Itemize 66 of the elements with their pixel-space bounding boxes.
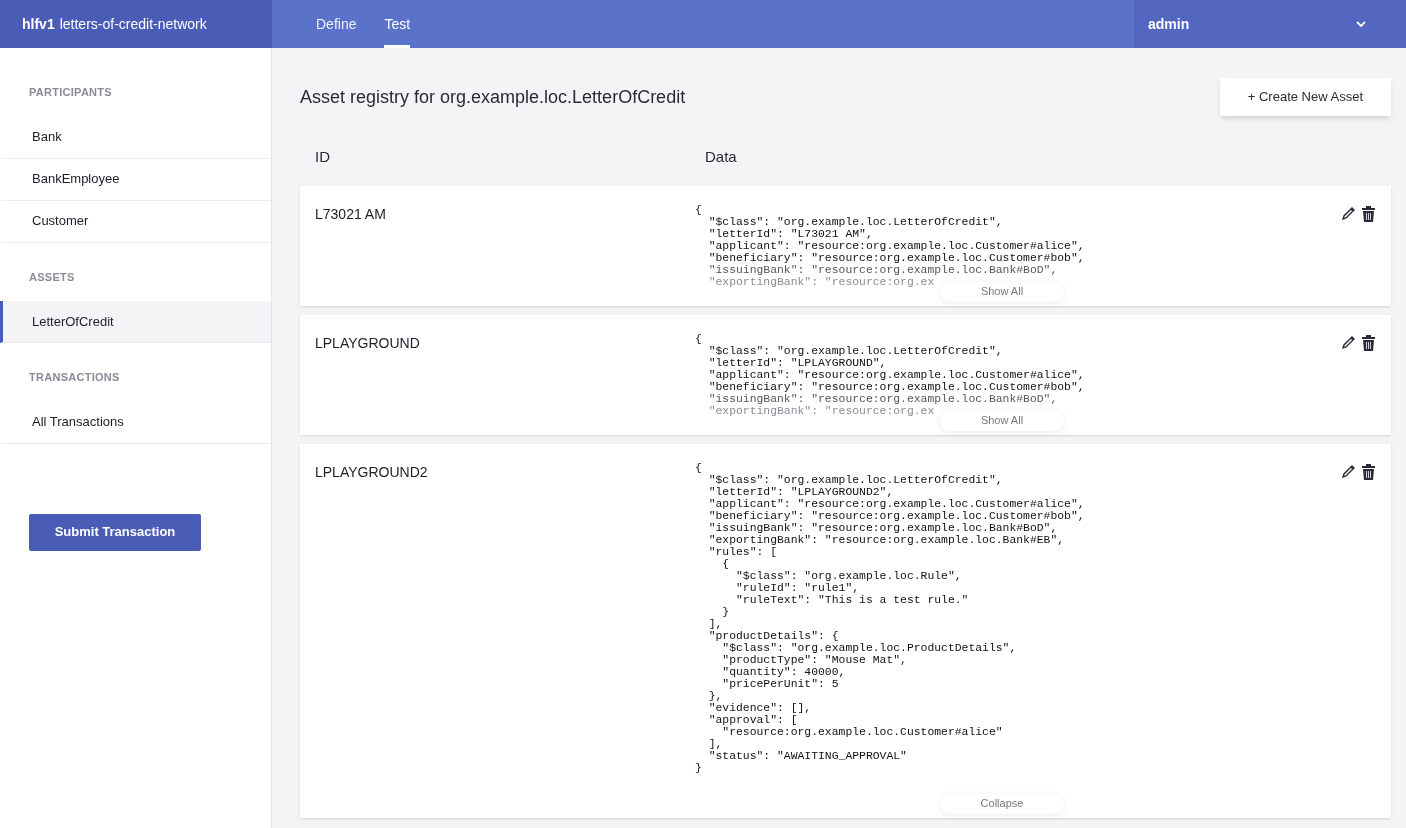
- json-line: "exportingBank": "resource:org.ex: [707, 275, 935, 288]
- json-line: "letterId": "LPLAYGROUND2",: [707, 485, 894, 498]
- pencil-icon[interactable]: [1341, 335, 1356, 350]
- collapse-button[interactable]: Collapse: [940, 793, 1064, 814]
- json-line: "issuingBank": "resource:org.example.loc.Bank#BoD",: [707, 392, 1058, 405]
- section-heading: ASSETS: [28, 269, 76, 285]
- column-header: ID: [314, 147, 331, 167]
- show-all-button[interactable]: Show All: [940, 281, 1064, 302]
- json-line: "issuingBank": "resource:org.example.loc.Bank#BoD",: [707, 521, 1058, 534]
- registry-title: Asset registry for org.example.loc.LetterOfCredit: [300, 85, 686, 109]
- json-line: "$class": "org.example.loc.Rule",: [735, 569, 962, 582]
- json-line: }: [721, 605, 730, 618]
- json-line: "ruleText": "This is a test rule.": [735, 593, 969, 606]
- json-line: {: [721, 557, 730, 570]
- json-line: "applicant": "resource:org.example.loc.Customer#alice",: [707, 239, 1085, 252]
- app-title: hlfv1 letters-of-credit-network: [0, 0, 272, 48]
- trash-icon[interactable]: [1362, 334, 1375, 351]
- asset-id: L73021 AM: [314, 204, 387, 224]
- json-line: "exportingBank": "resource:org.ex: [707, 404, 935, 417]
- asset-id: LPLAYGROUND2: [314, 462, 429, 482]
- json-line: "$class": "org.example.loc.LetterOfCredit",: [707, 344, 1003, 357]
- trash-icon[interactable]: [1362, 463, 1375, 480]
- section-heading: TRANSACTIONS: [28, 370, 121, 385]
- json-line: "ruleId": "rule1",: [735, 581, 860, 594]
- json-line: "pricePerUnit": 5: [721, 677, 839, 690]
- nav-tab[interactable]: Test: [384, 0, 411, 48]
- json-line: "status": "AWAITING_APPROVAL": [707, 749, 907, 762]
- nav-tab[interactable]: Define: [316, 0, 357, 48]
- asset-id: LPLAYGROUND: [314, 333, 421, 353]
- show-all-button[interactable]: Show All: [940, 410, 1064, 431]
- json-line: }: [695, 761, 702, 774]
- pencil-icon[interactable]: [1341, 206, 1356, 221]
- chevron-down-icon: [1356, 21, 1366, 27]
- json-line: {: [695, 461, 702, 474]
- json-line: "resource:org.example.loc.Customer#alice": [721, 725, 1003, 738]
- json-line: "rules": [: [707, 545, 778, 558]
- json-line: "$class": "org.example.loc.LetterOfCredit",: [707, 473, 1003, 486]
- json-line: "quantity": 40000,: [721, 665, 846, 678]
- json-line: "approval": [: [707, 713, 798, 726]
- create-asset-button[interactable]: + Create New Asset: [1219, 78, 1391, 116]
- json-line: "evidence": [],: [707, 701, 812, 714]
- pencil-icon[interactable]: [1341, 464, 1356, 479]
- json-line: "beneficiary": "resource:org.example.loc.Customer#bob",: [707, 251, 1085, 264]
- json-line: "applicant": "resource:org.example.loc.Customer#alice",: [707, 497, 1085, 510]
- json-line: "productDetails": {: [707, 629, 839, 642]
- sidebar-item[interactable]: LetterOfCredit: [0, 301, 271, 343]
- json-line: ],: [707, 737, 723, 750]
- json-line: {: [695, 203, 702, 216]
- json-line: "exportingBank": "resource:org.example.loc.Bank#EB",: [707, 533, 1065, 546]
- json-line: "letterId": "LPLAYGROUND",: [707, 356, 887, 369]
- json-line: "beneficiary": "resource:org.example.loc.Customer#bob",: [707, 509, 1085, 522]
- json-line: "applicant": "resource:org.example.loc.Customer#alice",: [707, 368, 1085, 381]
- section-heading: PARTICIPANTS: [28, 85, 113, 100]
- trash-icon[interactable]: [1362, 205, 1375, 222]
- column-header: Data: [705, 147, 737, 167]
- json-line: {: [695, 332, 702, 345]
- json-line: "issuingBank": "resource:org.example.loc.Bank#BoD",: [707, 263, 1058, 276]
- submit-transaction-button[interactable]: Submit Transaction: [29, 513, 201, 551]
- user-menu[interactable]: admin: [1134, 0, 1406, 48]
- json-line: "beneficiary": "resource:org.example.loc.Customer#bob",: [707, 380, 1085, 393]
- json-line: "letterId": "L73021 AM",: [707, 227, 873, 240]
- json-line: },: [707, 689, 723, 702]
- json-line: ],: [707, 617, 723, 630]
- json-line: "$class": "org.example.loc.ProductDetails",: [721, 641, 1017, 654]
- json-line: "productType": "Mouse Mat",: [721, 653, 907, 666]
- json-line: "$class": "org.example.loc.LetterOfCredit",: [707, 215, 1003, 228]
